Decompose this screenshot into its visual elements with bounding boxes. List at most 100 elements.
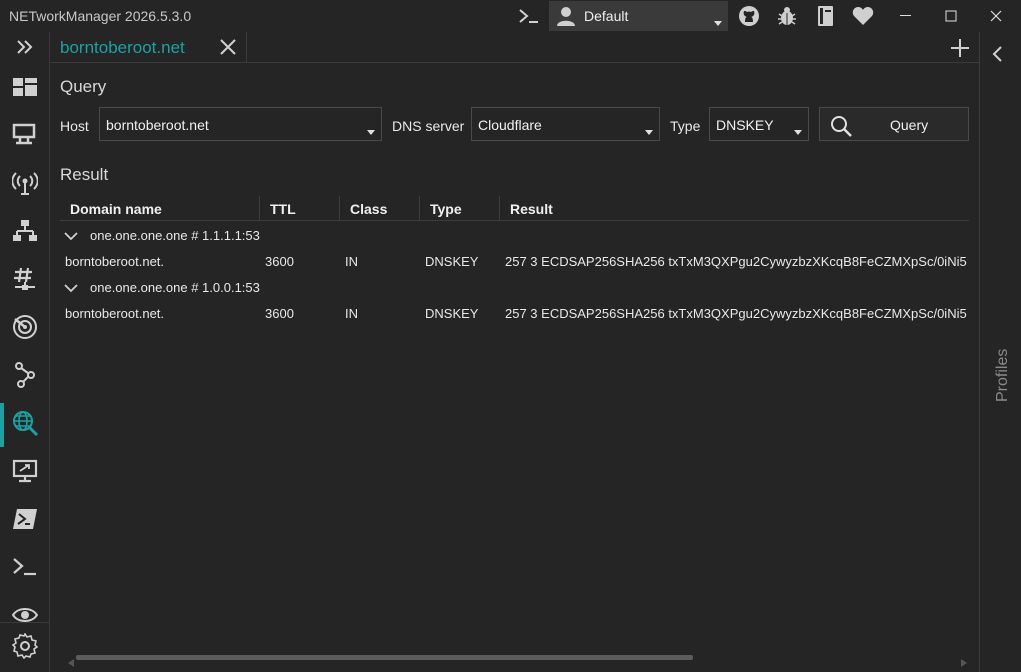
cell-ttl: 3600 <box>265 306 294 321</box>
profiles-panel[interactable]: Profiles <box>979 32 1021 672</box>
group-header-label: one.one.one.one # 1.0.0.1:53 <box>90 280 260 295</box>
group-header[interactable]: one.one.one.one # 1.1.1.1:53 <box>60 222 969 248</box>
type-value: DNSKEY <box>716 117 774 133</box>
minimize-icon <box>900 15 911 16</box>
column-separator <box>499 196 500 221</box>
close-window-button[interactable] <box>973 0 1019 32</box>
sidebar-item-settings[interactable] <box>0 624 50 668</box>
github-icon[interactable] <box>737 4 761 28</box>
tab-label: borntoberoot.net <box>60 38 185 57</box>
scroll-right-icon[interactable] <box>961 654 967 670</box>
sidebar-item-dashboard[interactable] <box>0 65 50 109</box>
sidebar-item-putty[interactable] <box>0 545 50 589</box>
chevron-down-icon[interactable] <box>64 280 78 296</box>
result-table: Domain name TTL Class Type Result one.on… <box>60 196 969 636</box>
query-button-label: Query <box>890 117 929 133</box>
type-label: Type <box>670 118 701 134</box>
cell-domain: borntoberoot.net. <box>65 254 165 269</box>
column-header-result[interactable]: Result <box>510 196 553 221</box>
title-bar: NETworkManager 2026.5.3.0 Default <box>0 0 1021 32</box>
cell-type: DNSKEY <box>425 254 479 269</box>
group-header[interactable]: one.one.one.one # 1.0.0.1:53 <box>60 274 969 300</box>
sidebar <box>0 32 50 672</box>
putty-icon <box>13 558 36 576</box>
ping-monitor-icon <box>13 315 37 339</box>
sidebar-divider <box>0 622 50 623</box>
sidebar-item-remote-desktop[interactable] <box>0 449 50 493</box>
bug-icon[interactable] <box>775 4 799 28</box>
tab-borntoberoot[interactable]: borntoberoot.net <box>50 32 247 63</box>
sidebar-item-powershell[interactable] <box>0 497 50 541</box>
chevron-down-icon <box>367 122 375 138</box>
sidebar-item-traceroute[interactable] <box>0 353 50 397</box>
sidebar-item-network-interface[interactable] <box>0 113 50 157</box>
profile-name: Default <box>584 8 629 24</box>
group-header-label: one.one.one.one # 1.1.1.1:53 <box>90 228 260 243</box>
expand-icon <box>17 40 33 54</box>
query-section-title: Query <box>60 77 107 96</box>
host-value: borntoberoot.net <box>106 117 209 133</box>
profile-selector[interactable]: Default <box>549 1 728 31</box>
table-header: Domain name TTL Class Type Result <box>60 196 969 221</box>
chevron-down-icon <box>794 122 802 138</box>
main-content: borntoberoot.net Query Host borntoberoot… <box>50 32 979 672</box>
add-tab-icon[interactable] <box>949 37 971 59</box>
host-label: Host <box>60 118 89 134</box>
column-header-ttl[interactable]: TTL <box>270 196 296 221</box>
sidebar-item-ip-scanner[interactable] <box>0 209 50 253</box>
cell-result: 257 3 ECDSAP256SHA256 txTxM3QXPgu2Cywyzb… <box>505 306 967 321</box>
user-icon <box>555 5 577 30</box>
dns-server-value: Cloudflare <box>478 117 542 133</box>
cell-result: 257 3 ECDSAP256SHA256 txTxM3QXPgu2Cywyzb… <box>505 254 967 269</box>
chevron-down-icon <box>645 122 653 138</box>
network-interface-icon <box>12 123 36 145</box>
scroll-left-icon[interactable] <box>68 654 74 670</box>
cell-class: IN <box>345 254 358 269</box>
dashboard-icon <box>13 78 37 96</box>
horizontal-scrollbar[interactable] <box>68 653 967 667</box>
scrollbar-thumb[interactable] <box>76 655 693 660</box>
settings-icon <box>12 633 38 659</box>
chevron-left-icon[interactable] <box>991 45 1003 66</box>
maximize-button[interactable] <box>928 0 974 32</box>
table-row[interactable]: borntoberoot.net. 3600 IN DNSKEY 257 3 E… <box>60 300 969 326</box>
terminal-icon[interactable] <box>517 4 541 28</box>
cell-ttl: 3600 <box>265 254 294 269</box>
chevron-down-icon[interactable] <box>64 228 78 244</box>
heart-icon[interactable] <box>851 4 875 28</box>
table-row[interactable]: borntoberoot.net. 3600 IN DNSKEY 257 3 E… <box>60 248 969 274</box>
cell-domain: borntoberoot.net. <box>65 306 165 321</box>
close-tab-icon[interactable] <box>218 37 238 57</box>
sidebar-item-port-scanner[interactable] <box>0 257 50 301</box>
sidebar-item-wifi[interactable] <box>0 161 50 205</box>
minimize-button[interactable] <box>883 0 929 32</box>
tab-bar: borntoberoot.net <box>50 32 979 63</box>
powershell-icon <box>13 509 37 529</box>
close-icon <box>990 10 1002 22</box>
host-combobox[interactable]: borntoberoot.net <box>99 107 382 141</box>
sidebar-expand[interactable] <box>0 25 50 69</box>
remote-desktop-icon <box>12 459 38 483</box>
query-button[interactable]: Query <box>819 107 969 141</box>
cell-class: IN <box>345 306 358 321</box>
dns-lookup-icon <box>13 411 39 437</box>
traceroute-icon <box>15 362 35 388</box>
sidebar-item-ping-monitor[interactable] <box>0 305 50 349</box>
ip-scanner-icon <box>13 220 37 241</box>
wifi-icon <box>12 172 38 195</box>
search-icon <box>830 115 852 140</box>
profiles-label[interactable]: Profiles <box>994 349 1012 402</box>
column-header-domain[interactable]: Domain name <box>70 196 162 221</box>
column-separator <box>259 196 260 221</box>
dns-server-label: DNS server <box>392 118 465 134</box>
type-combobox[interactable]: DNSKEY <box>709 107 809 141</box>
column-separator <box>419 196 420 221</box>
result-section-title: Result <box>60 165 109 184</box>
sidebar-item-dns-lookup[interactable] <box>0 401 50 447</box>
book-icon[interactable] <box>813 4 837 28</box>
column-header-type[interactable]: Type <box>430 196 462 221</box>
column-header-class[interactable]: Class <box>350 196 387 221</box>
port-scanner-icon <box>14 267 35 290</box>
dns-server-combobox[interactable]: Cloudflare <box>471 107 660 141</box>
column-separator <box>339 196 340 221</box>
